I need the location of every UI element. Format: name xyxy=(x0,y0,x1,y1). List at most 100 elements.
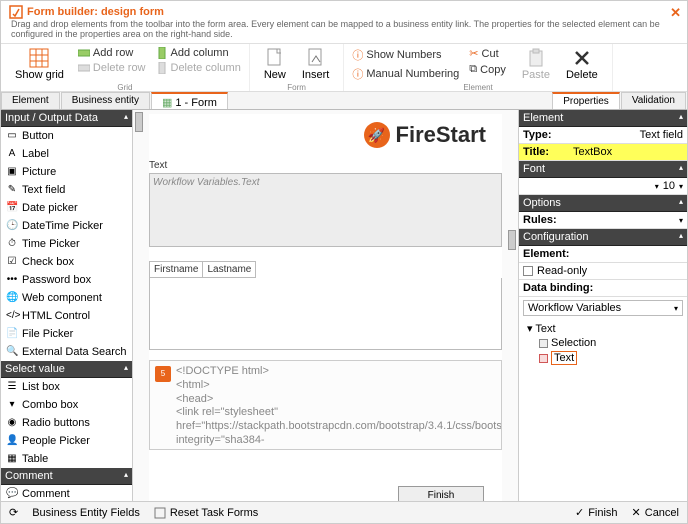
palette-item-password-box[interactable]: •••Password box xyxy=(1,271,132,289)
grid-icon xyxy=(29,48,49,68)
tree-root[interactable]: ▾ Text xyxy=(527,321,679,336)
palette-item-label: Label xyxy=(22,148,49,160)
palette-item-text-field[interactable]: ✎Text field xyxy=(1,181,132,199)
title-input[interactable]: TextBox xyxy=(573,146,683,158)
palette-item-file-picker[interactable]: 📄 File Picker xyxy=(1,325,132,343)
palette-item-date-picker[interactable]: 📅Date picker xyxy=(1,199,132,217)
tab-element[interactable]: Element xyxy=(1,92,60,109)
palette-item-people-picker[interactable]: 👤People Picker xyxy=(1,432,132,450)
chevron-down-icon[interactable]: ▾ xyxy=(679,182,683,191)
show-grid-button[interactable]: Show grid xyxy=(7,46,72,83)
html-control-preview[interactable]: 5 <!DOCTYPE html><html><head><link rel="… xyxy=(149,360,502,450)
palette-item-datetime-picker[interactable]: 🕒DateTime Picker xyxy=(1,217,132,235)
code-line: <head> xyxy=(176,393,495,407)
palette-item-picture[interactable]: ▣ Picture xyxy=(1,163,132,181)
show-numbers-button[interactable]: ⓘShow Numbers xyxy=(350,46,461,64)
section-input-output[interactable]: Input / Output Data▴ xyxy=(1,110,132,127)
cancel-button[interactable]: ✕Cancel xyxy=(632,506,679,519)
font-size-row[interactable]: ▾ 10 ▾ xyxy=(519,178,687,195)
element-row: Element: xyxy=(519,246,687,263)
chevron-up-icon: ▴ xyxy=(679,112,683,124)
name-row: Firstname Lastname xyxy=(149,261,502,278)
font-size-value[interactable]: 10 xyxy=(663,180,675,192)
check-box-icon: ☑ xyxy=(6,256,18,268)
palette-item-label[interactable]: ALabel xyxy=(1,145,132,163)
date-picker-icon: 📅 xyxy=(6,202,18,214)
delete-column-button[interactable]: Delete column xyxy=(154,61,243,75)
palette-item-time-picker[interactable]: ⏱Time Picker xyxy=(1,235,132,253)
palette-item-html-control[interactable]: </>HTML Control xyxy=(1,307,132,325)
form-tab-icon: ▦ xyxy=(162,97,172,109)
add-column-button[interactable]: Add column xyxy=(154,46,243,60)
manual-numbering-button[interactable]: ⓘManual Numbering xyxy=(350,65,461,83)
section-element-props[interactable]: Element▴ xyxy=(519,110,687,127)
section-options[interactable]: Options▴ xyxy=(519,195,687,212)
palette-item-label: List box xyxy=(22,381,60,393)
palette-item-label: Check box xyxy=(22,256,74,268)
cut-button[interactable]: ✂Cut xyxy=(467,46,508,61)
palette-item-radio-buttons[interactable]: ◉Radio buttons xyxy=(1,414,132,432)
scroll-handle-left[interactable] xyxy=(135,112,143,132)
info-icon: ⓘ xyxy=(352,47,363,63)
radio-buttons-icon: ◉ xyxy=(6,417,18,429)
tree-text[interactable]: Text xyxy=(527,350,679,366)
rules-row[interactable]: Rules:▾ xyxy=(519,212,687,229)
code-line: <link rel="stylesheet" href="https://sta… xyxy=(176,406,495,434)
insert-button[interactable]: Insert xyxy=(294,46,338,83)
brand-text: FireStart xyxy=(396,122,486,148)
palette-item-label: Password box xyxy=(22,274,91,286)
reset-task-forms-button[interactable]: Reset Task Forms xyxy=(154,507,258,519)
palette-item-combo-box[interactable]: ▾Combo box xyxy=(1,396,132,414)
databinding-dropdown[interactable]: Workflow Variables▾ xyxy=(523,300,683,316)
prop-title[interactable]: Title:TextBox xyxy=(519,144,687,161)
delete-button[interactable]: Delete xyxy=(558,46,606,83)
picture-icon: ▣ xyxy=(6,166,18,178)
brand-logo-icon: 🚀 xyxy=(364,122,390,148)
readonly-row[interactable]: Read-only xyxy=(519,263,687,280)
section-select-value[interactable]: Select value▴ xyxy=(1,361,132,378)
name-textarea[interactable] xyxy=(149,278,502,350)
form-canvas[interactable]: 🚀 FireStart Text Workflow Variables.Text… xyxy=(133,110,519,516)
section-font[interactable]: Font▴ xyxy=(519,161,687,178)
paste-button[interactable]: Paste xyxy=(514,46,558,83)
list-box-icon: ☰ xyxy=(6,381,18,393)
palette-item-table[interactable]: ▦Table xyxy=(1,450,132,468)
palette-item-external-data-search[interactable]: 🔍External Data Search xyxy=(1,343,132,361)
palette-item-button[interactable]: ▭Button xyxy=(1,127,132,145)
tab-business-entity[interactable]: Business entity xyxy=(61,92,150,109)
finish-button[interactable]: ✓Finish xyxy=(575,506,618,519)
check-icon: ✓ xyxy=(575,506,584,519)
add-row-button[interactable]: Add row xyxy=(76,46,148,60)
refresh-icon: ⟳ xyxy=(9,506,18,519)
palette-item-label: Picture xyxy=(22,166,56,178)
chevron-down-icon[interactable]: ▾ xyxy=(679,216,683,225)
readonly-checkbox[interactable] xyxy=(523,266,533,276)
chevron-down-icon[interactable]: ▾ xyxy=(655,182,659,191)
palette-item-label: File Picker xyxy=(22,328,73,340)
file-picker-icon: 📄 xyxy=(6,328,18,340)
brand: 🚀 FireStart xyxy=(149,114,502,158)
palette-item-check-box[interactable]: ☑ Check box xyxy=(1,253,132,271)
business-entity-fields-button[interactable]: Business Entity Fields xyxy=(32,507,140,519)
tab-properties[interactable]: Properties xyxy=(552,92,620,109)
close-icon[interactable]: ✕ xyxy=(670,5,681,21)
firstname-field[interactable]: Firstname xyxy=(149,261,203,278)
scroll-handle-right[interactable] xyxy=(508,230,516,250)
refresh-button[interactable]: ⟳ xyxy=(9,506,18,519)
tab-validation[interactable]: Validation xyxy=(621,92,686,109)
tab-form[interactable]: ▦1 - Form xyxy=(151,92,228,109)
lastname-field[interactable]: Lastname xyxy=(203,261,256,278)
ribbon: Show grid Add row Delete row Add column … xyxy=(1,44,687,92)
tree-selection[interactable]: Selection xyxy=(527,336,679,350)
textarea-workflow-text[interactable]: Workflow Variables.Text xyxy=(149,173,502,247)
delete-row-button[interactable]: Delete row xyxy=(76,61,148,75)
new-button[interactable]: New xyxy=(256,46,294,83)
table-icon: ▦ xyxy=(6,453,18,465)
copy-button[interactable]: ⧉Copy xyxy=(467,62,508,77)
palette-item-web-component[interactable]: 🌐Web component xyxy=(1,289,132,307)
insert-label: Insert xyxy=(302,69,330,81)
show-grid-label: Show grid xyxy=(15,69,64,81)
palette-item-list-box[interactable]: ☰ List box xyxy=(1,378,132,396)
section-comment[interactable]: Comment▴ xyxy=(1,468,132,485)
section-configuration[interactable]: Configuration▴ xyxy=(519,229,687,246)
